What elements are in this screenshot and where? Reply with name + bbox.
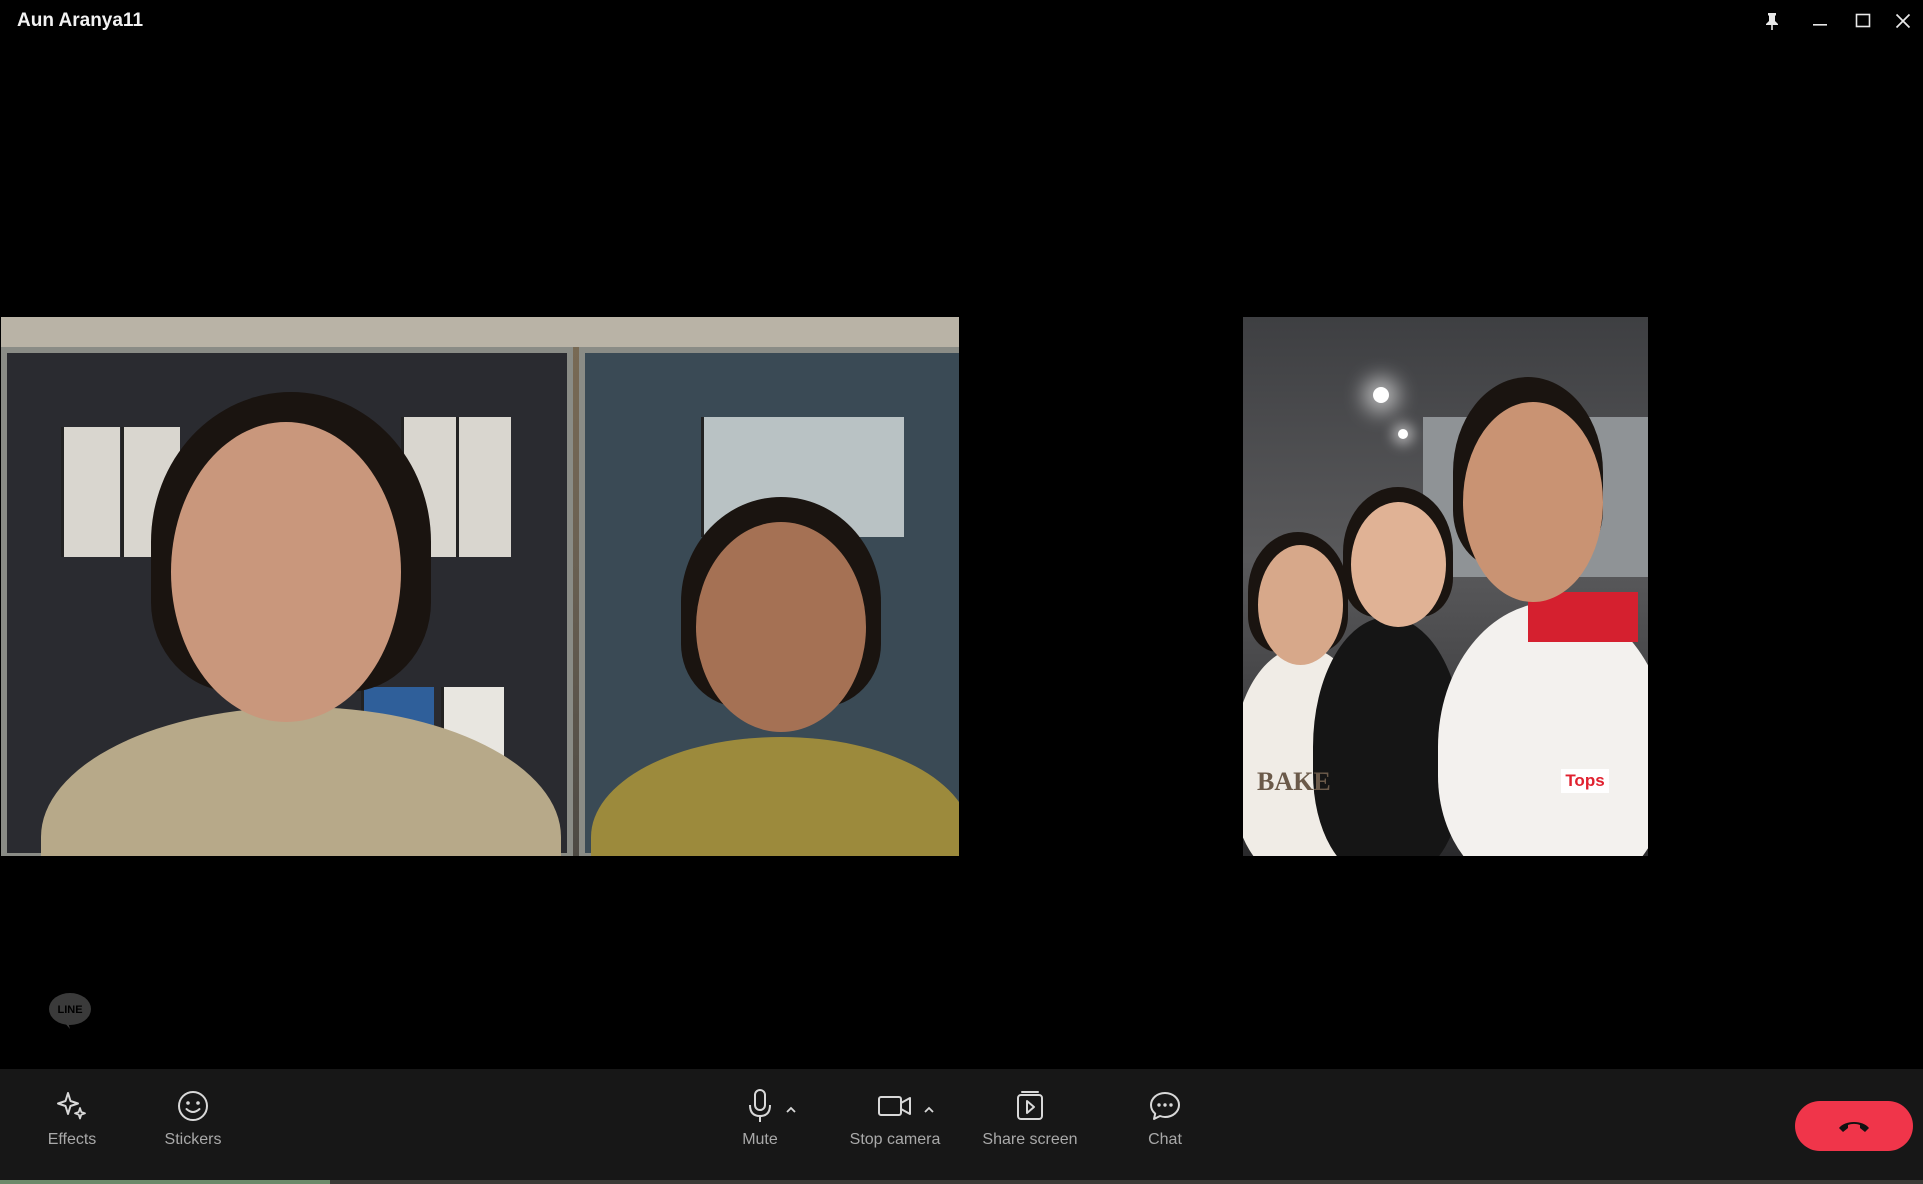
apron-text: BAKE: [1257, 767, 1331, 796]
window-bottom-edge: [0, 1180, 1923, 1184]
minimize-icon: [1813, 24, 1827, 26]
pin-icon: [1766, 13, 1778, 30]
mute-options-chevron-up-icon[interactable]: [784, 1105, 798, 1115]
minimize-button[interactable]: [1800, 6, 1840, 36]
remote-video-tile: Tops BAKE: [1243, 317, 1648, 856]
ceiling-light: [1373, 387, 1389, 403]
chat-label: Chat: [1148, 1131, 1182, 1148]
person-left-face: [171, 422, 401, 722]
effects-button[interactable]: Effects: [40, 1085, 104, 1149]
binder: [61, 427, 120, 557]
binder: [456, 417, 511, 557]
window-bottom-edge-segment: [0, 1180, 330, 1184]
maximize-icon: [1855, 13, 1871, 28]
microphone-icon: [749, 1089, 771, 1122]
person-1-face: [1258, 545, 1343, 665]
maximize-button[interactable]: [1843, 6, 1883, 36]
effects-label: Effects: [47, 1131, 97, 1148]
sparkle-icon: [57, 1092, 86, 1120]
share-screen-label: Share screen: [982, 1131, 1078, 1148]
video-call-window: Aun Aranya11 Tops BAKE LINE Effects Stic…: [0, 0, 1923, 1184]
stop-camera-label: Stop camera: [849, 1131, 941, 1148]
end-call-button[interactable]: [1795, 1101, 1913, 1151]
share-screen-button[interactable]: Share screen: [980, 1085, 1080, 1149]
camera-options-chevron-up-icon[interactable]: [922, 1105, 936, 1115]
mute-label: Mute: [742, 1131, 778, 1148]
mute-button[interactable]: Mute: [728, 1085, 792, 1149]
line-logo-text: LINE: [57, 1004, 82, 1016]
window-title: Aun Aranya11: [17, 10, 144, 31]
stickers-button[interactable]: Stickers: [158, 1085, 228, 1149]
close-icon: [1895, 13, 1911, 29]
ceiling-light: [1398, 429, 1408, 439]
pin-button[interactable]: [1752, 6, 1792, 36]
line-logo-icon: LINE: [49, 993, 91, 1029]
call-toolbar: [0, 1069, 1923, 1182]
local-video-tile: [1, 317, 959, 856]
title-bar: Aun Aranya11: [0, 0, 1923, 44]
chat-bubble-icon: [1150, 1092, 1180, 1120]
shelf-top: [1, 317, 959, 347]
person-2-face: [1351, 502, 1446, 627]
stop-camera-button[interactable]: Stop camera: [847, 1085, 943, 1149]
phone-hangup-icon: [1839, 1122, 1869, 1132]
person-3-face: [1463, 402, 1603, 602]
chat-button[interactable]: Chat: [1135, 1085, 1195, 1149]
video-camera-icon: [878, 1096, 911, 1116]
share-screen-icon: [1017, 1091, 1043, 1120]
name-badge: Tops: [1561, 769, 1609, 793]
person-right-face: [696, 522, 866, 732]
stickers-label: Stickers: [164, 1131, 222, 1148]
smiley-icon: [178, 1091, 208, 1121]
close-button[interactable]: [1883, 6, 1923, 36]
